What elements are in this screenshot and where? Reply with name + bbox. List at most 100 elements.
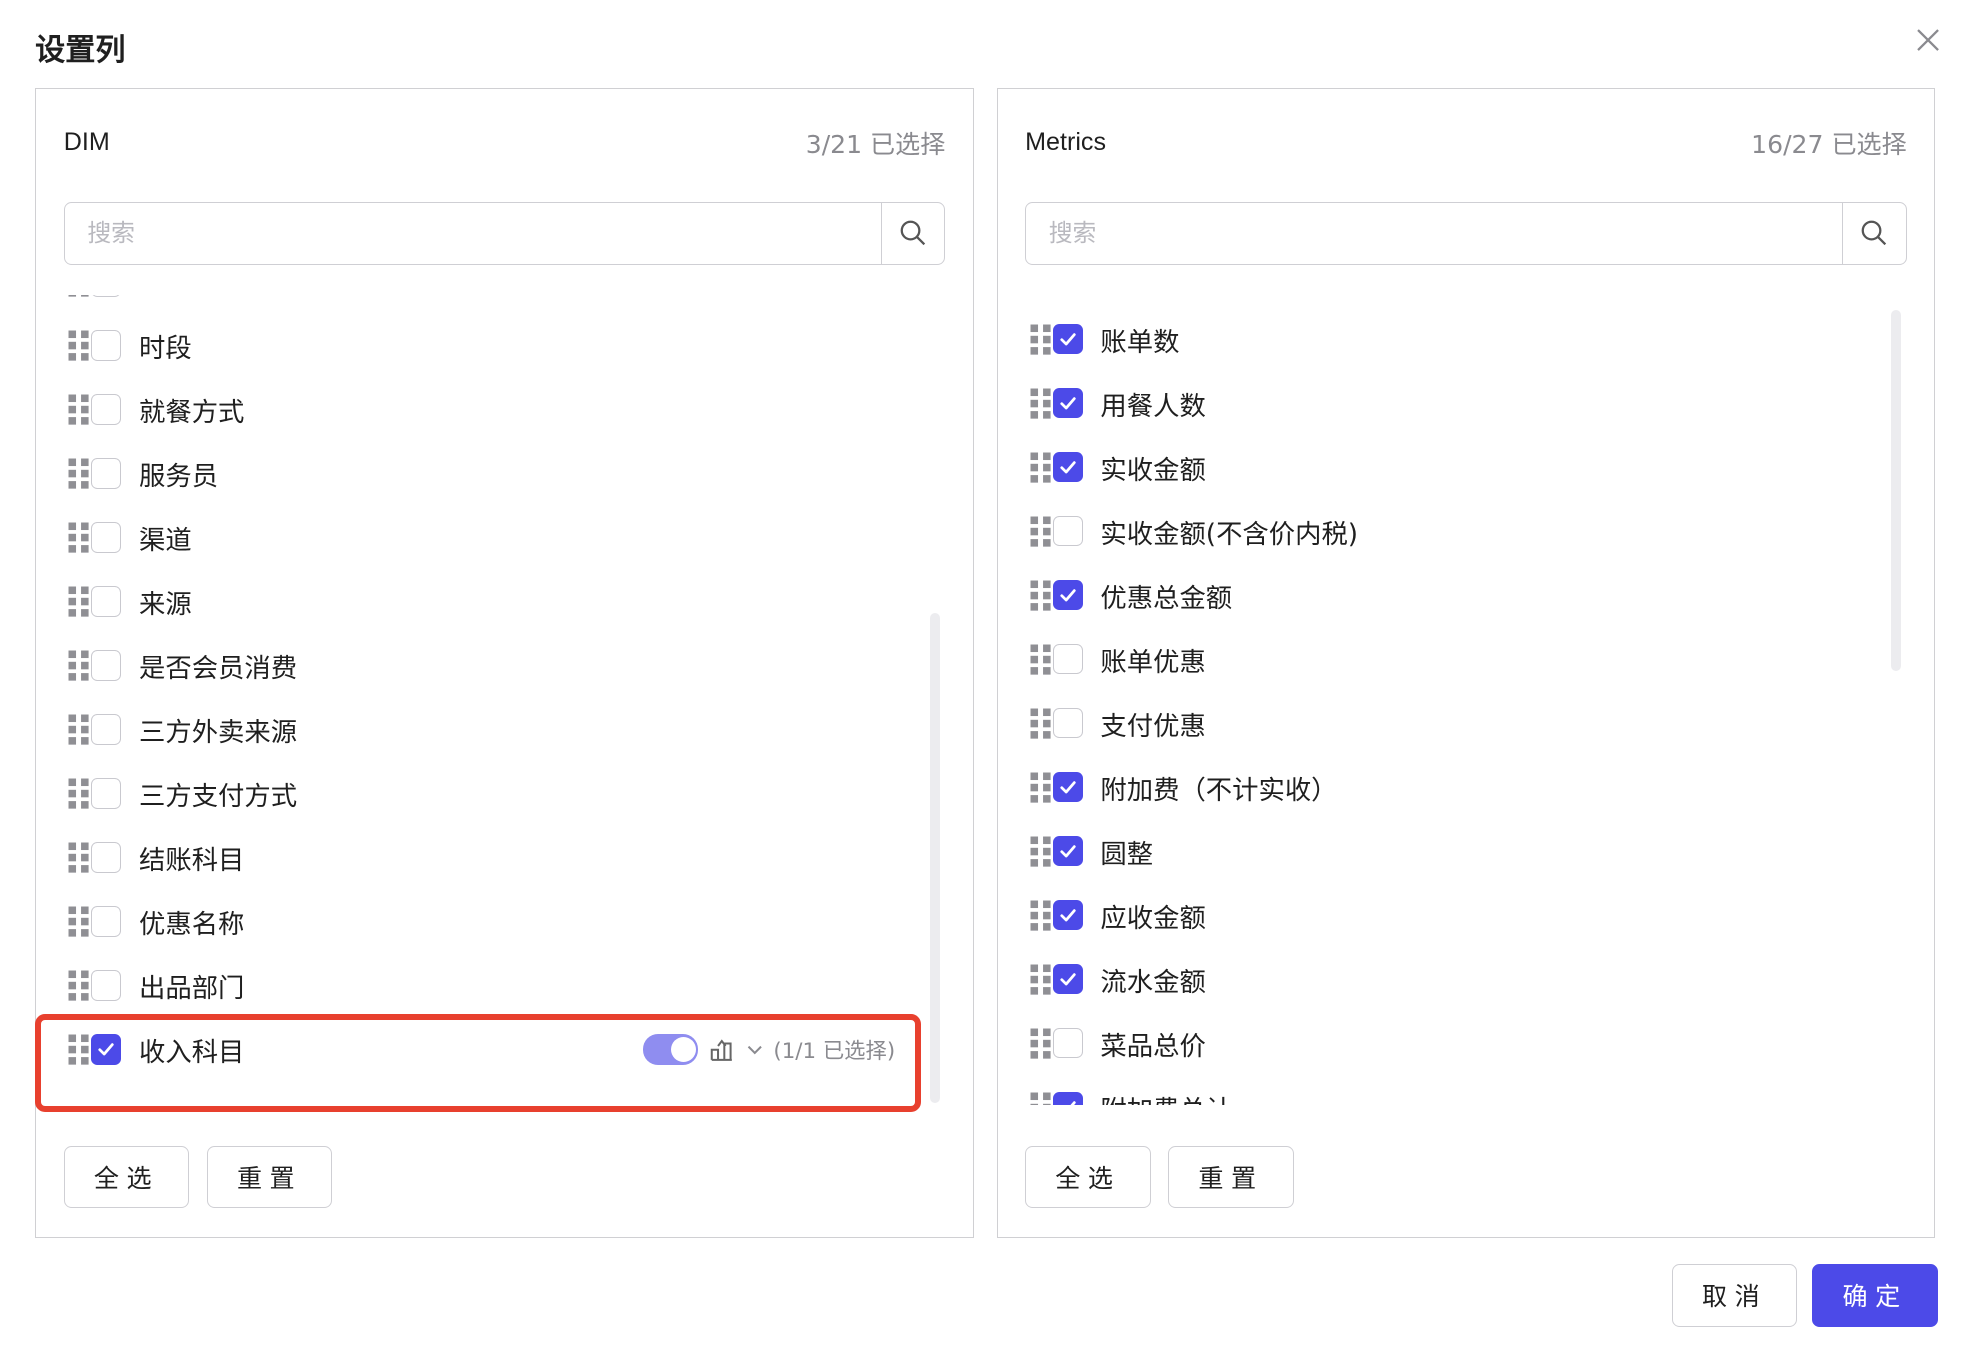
checkbox[interactable] [91,522,122,553]
list-item[interactable]: 渠道 [36,506,973,570]
list-item[interactable]: 圆整 [998,819,1935,883]
list-item[interactable]: 应收金额 [998,883,1935,947]
drag-handle-icon[interactable] [1028,1026,1053,1061]
checkbox[interactable] [1052,1028,1083,1059]
list-item[interactable]: 三方支付方式 [36,762,973,826]
checkbox[interactable] [91,1034,122,1065]
drag-handle-icon[interactable] [1028,578,1053,613]
checkbox[interactable] [1052,644,1083,675]
list-item[interactable]: 用餐人数 [998,371,1935,435]
cancel-button[interactable]: 取消 [1671,1263,1798,1327]
drag-handle-icon[interactable] [1028,770,1053,805]
drag-handle-icon[interactable] [66,584,91,619]
list-item[interactable]: 服务员 [36,442,973,506]
toggle-switch[interactable] [642,1034,699,1065]
checkbox[interactable] [91,294,122,297]
list-item[interactable]: 三方外卖来源 [36,698,973,762]
drag-handle-icon[interactable] [66,1032,91,1067]
drag-handle-icon[interactable] [66,520,91,555]
drag-handle-icon[interactable] [1028,450,1053,485]
confirm-button[interactable]: 确定 [1812,1263,1938,1327]
list-item[interactable]: 流水金额 [998,947,1935,1011]
checkbox[interactable] [1052,964,1083,995]
drag-handle-icon[interactable] [1028,706,1053,741]
list-item[interactable]: 账单数 [998,307,1935,371]
drag-handle-icon[interactable] [66,904,91,939]
list-item[interactable]: 实收金额 [998,435,1935,499]
drag-handle-icon[interactable] [66,776,91,811]
checkbox[interactable] [1052,772,1083,803]
drag-handle-icon[interactable] [66,294,91,299]
checkbox[interactable] [91,778,122,809]
drag-handle-icon[interactable] [1028,514,1053,549]
list-item[interactable]: 支付优惠 [998,691,1935,755]
checkbox[interactable] [1052,836,1083,867]
checkbox[interactable] [1052,580,1083,611]
hierarchy-icon[interactable] [708,1036,736,1064]
drag-handle-icon[interactable] [1028,386,1053,421]
metrics-search-button[interactable] [1842,202,1906,264]
list-item[interactable]: 是否会员消费 [36,634,973,698]
drag-handle-icon[interactable] [66,328,91,363]
list-item[interactable]: 菜品总价 [998,1011,1935,1075]
list-item[interactable]: 出品部门 [36,954,973,1018]
checkbox[interactable] [91,714,122,745]
checkbox[interactable] [1052,388,1083,419]
checkbox[interactable] [91,330,122,361]
dim-reset-button[interactable]: 重置 [206,1145,333,1209]
dim-selected-count: 3/21 已选择 [805,129,946,159]
dim-list[interactable]: 时段 就餐方式 服务员 渠道 来源 是否会员消费 三方外卖来源 三方支付方式 结账科目 优惠名称出… [36,294,973,1108]
list-item[interactable]: 结账科目 [36,826,973,890]
list-item[interactable]: 优惠总金额 [998,563,1935,627]
drag-handle-icon[interactable] [66,712,91,747]
drag-handle-icon[interactable] [66,968,91,1003]
dim-search-button[interactable] [880,202,945,264]
list-item[interactable]: 附加费总计 [998,1075,1935,1106]
checkbox[interactable] [1052,452,1083,483]
list-item[interactable]: 来源 [36,570,973,634]
metrics-search-input[interactable] [1026,202,1842,264]
drag-handle-icon[interactable] [1028,322,1053,357]
checkbox[interactable] [1052,516,1083,547]
list-item[interactable]: 实收金额(不含价内税) [998,499,1935,563]
drag-handle-icon[interactable] [66,840,91,875]
list-item-label: 出品部门 [139,974,245,1004]
checkbox[interactable] [1052,1092,1083,1106]
drag-handle-icon[interactable] [1028,642,1053,677]
drag-handle-icon[interactable] [1028,834,1053,869]
checkbox[interactable] [91,650,122,681]
checkbox[interactable] [91,842,122,873]
checkbox[interactable] [91,906,122,937]
checkbox[interactable] [91,458,122,489]
checkbox[interactable] [91,970,122,1001]
list-item[interactable]: 账单优惠 [998,627,1935,691]
checkbox[interactable] [1052,900,1083,931]
list-item[interactable]: 优惠名称 [36,890,973,954]
drag-handle-icon[interactable] [66,456,91,491]
metrics-select-all-button[interactable]: 全选 [1025,1145,1151,1209]
metrics-reset-button[interactable]: 重置 [1168,1145,1294,1209]
metrics-list[interactable]: 账单数用餐人数实收金额 实收金额(不含价内税) 优惠总金额 账单优惠 支付优惠 附加费（不… [998,295,1935,1106]
dim-scrollbar[interactable] [929,613,940,1103]
list-item[interactable]: 就餐方式 [36,378,973,442]
dim-select-all-button[interactable]: 全选 [63,1145,190,1209]
checkbox[interactable] [1052,324,1083,355]
list-item-label: 用餐人数 [1100,391,1206,422]
list-item[interactable] [36,294,973,314]
drag-handle-icon[interactable] [1028,898,1053,933]
checkbox[interactable] [1052,708,1083,739]
drag-handle-icon[interactable] [66,392,91,427]
metrics-scrollbar[interactable] [1891,309,1902,672]
checkbox[interactable] [91,586,122,617]
list-item[interactable]: 收入科目 (1/1 已选择) [36,1018,973,1082]
list-item-label: 收入科目 [139,1038,245,1068]
dim-search-input[interactable] [64,202,881,264]
close-icon[interactable] [1913,25,1943,55]
list-item[interactable]: 附加费（不计实收） [998,755,1935,819]
drag-handle-icon[interactable] [66,648,91,683]
chevron-down-icon[interactable] [746,1041,764,1059]
checkbox[interactable] [91,394,122,425]
list-item[interactable]: 时段 [36,314,973,378]
drag-handle-icon[interactable] [1028,962,1053,997]
drag-handle-icon[interactable] [1028,1090,1053,1106]
